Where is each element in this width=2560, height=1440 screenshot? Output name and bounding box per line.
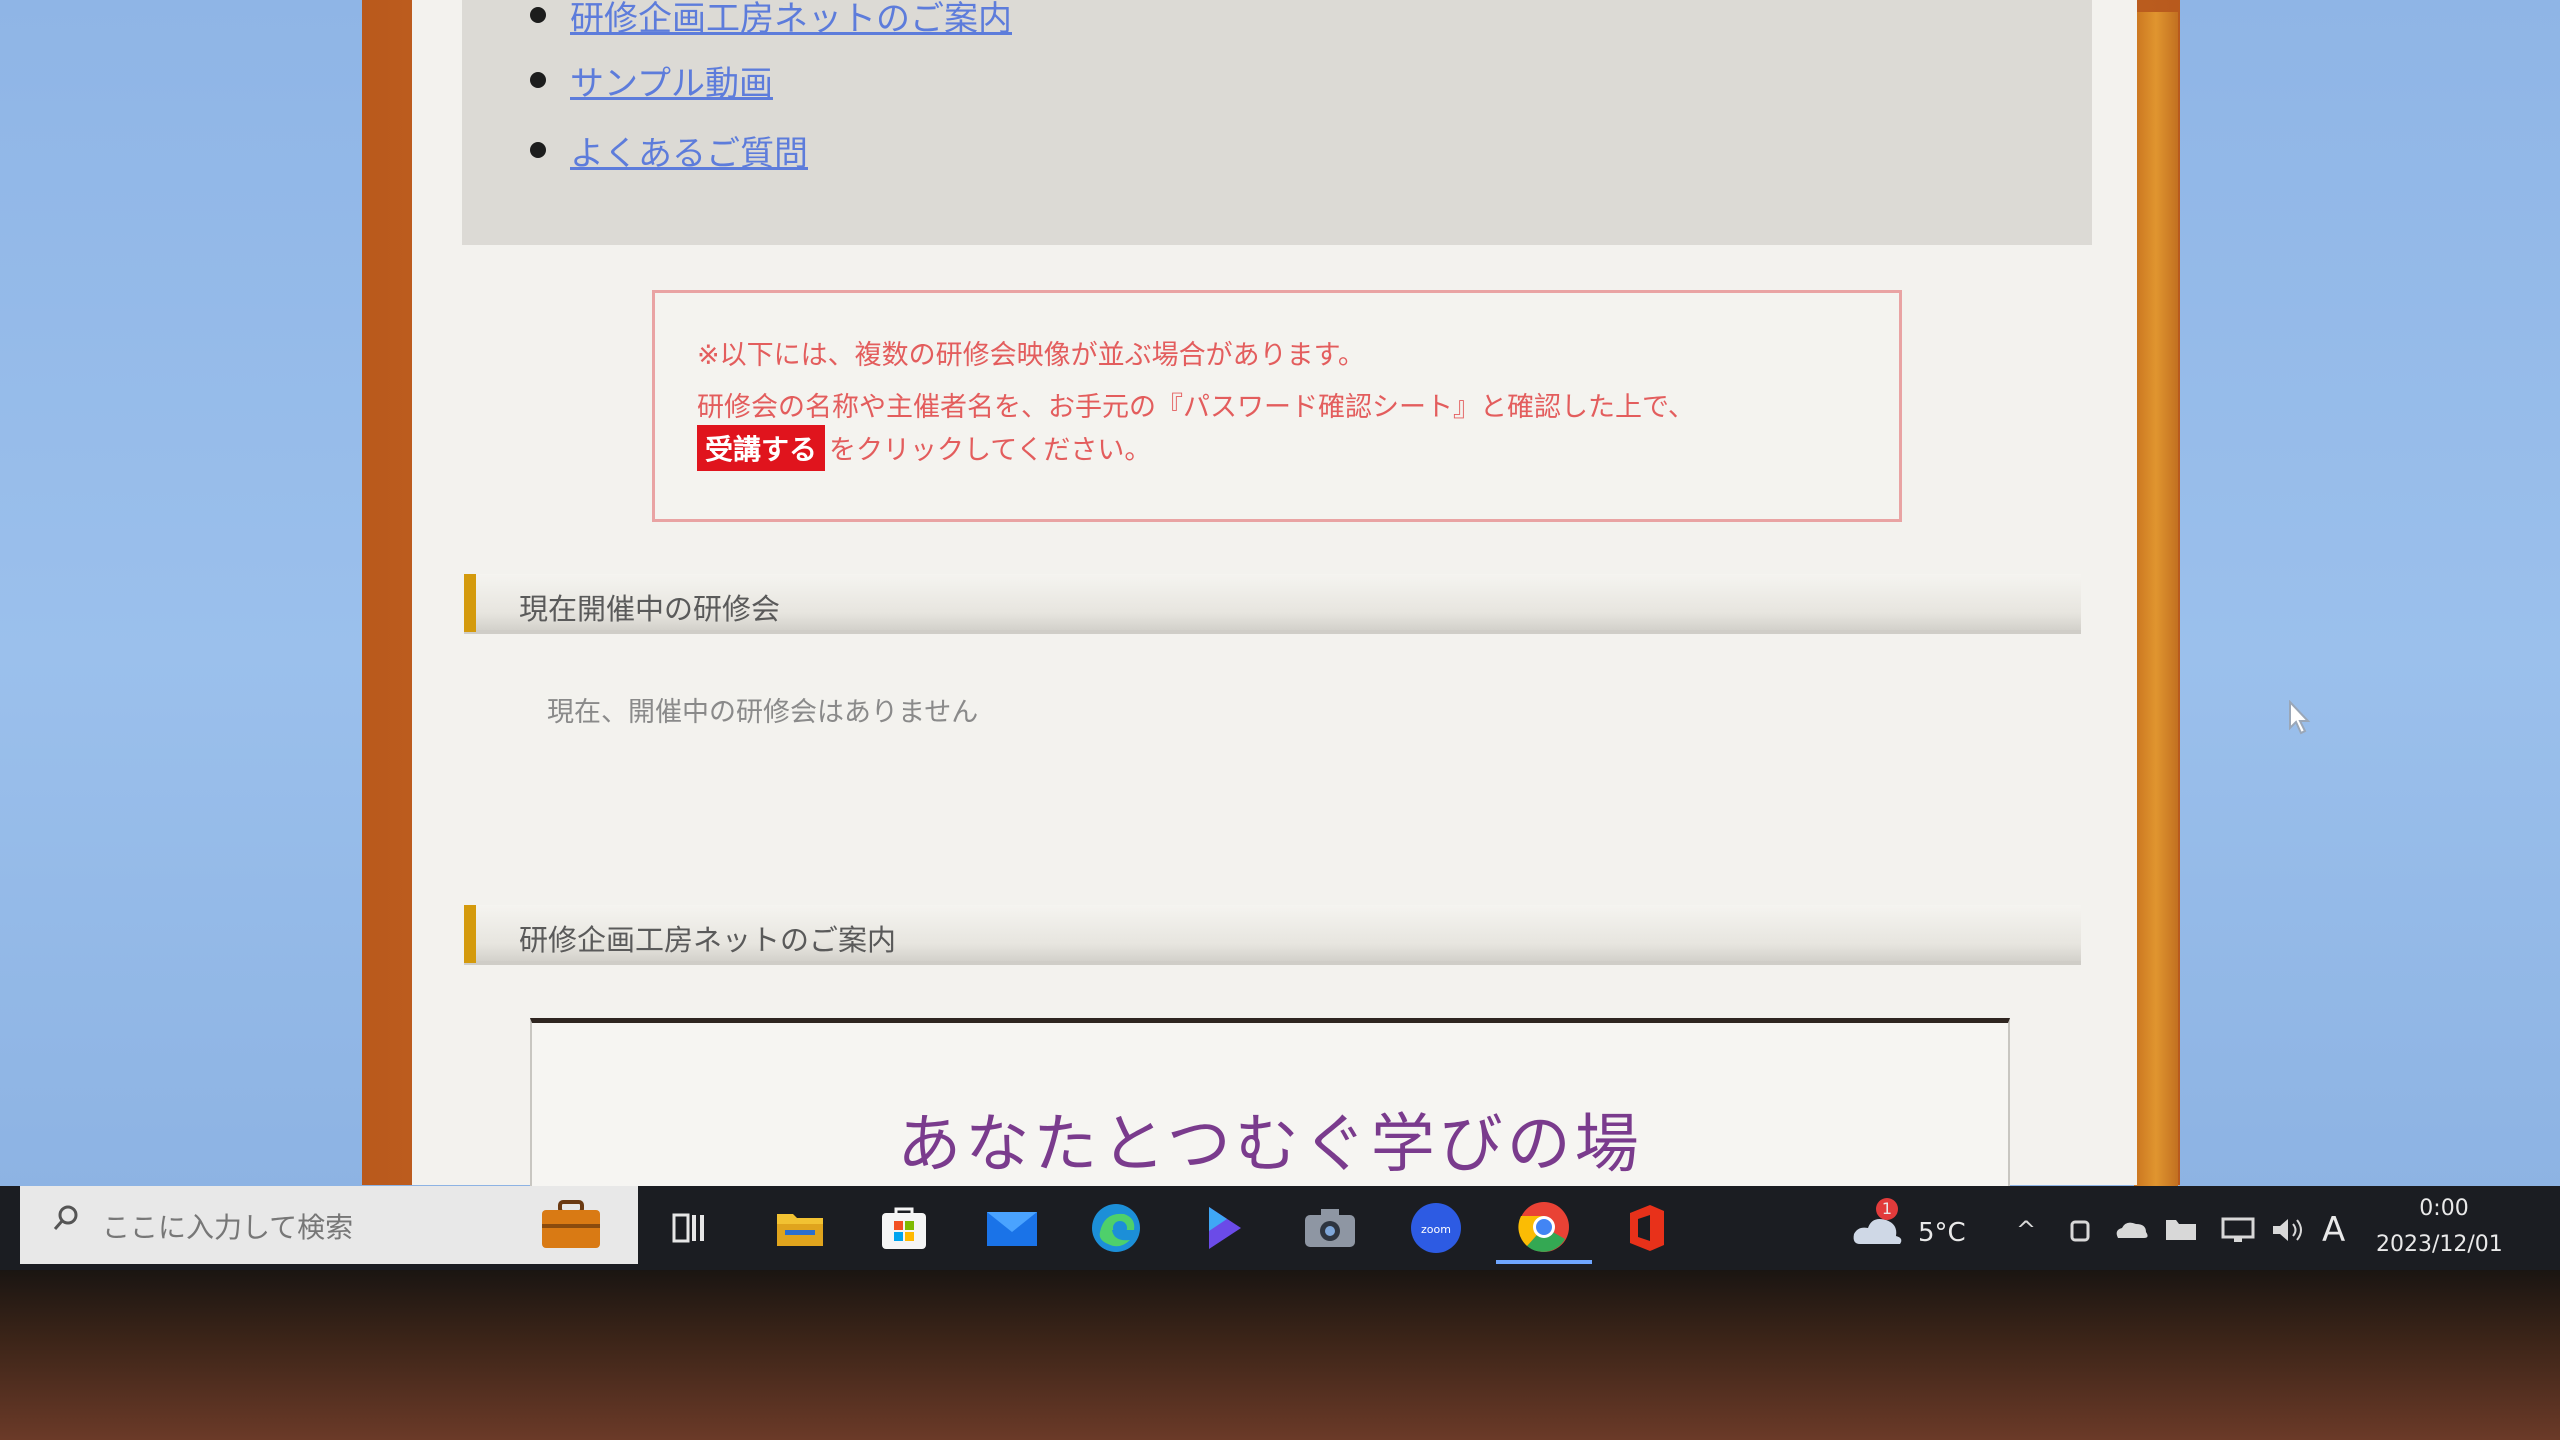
volume-icon[interactable] [2270, 1216, 2306, 1244]
notice-box: ※以下には、複数の研修会映像が並ぶ場合があります。 研修会の名称や主催者名を、お… [652, 290, 1902, 522]
promo-banner: あなたとつむぐ学びの場 [530, 1018, 2010, 1188]
notice-line-2: 研修会の名称や主催者名を、お手元の『パスワード確認シート』と確認した上で、 [697, 392, 1695, 423]
no-seminars-message: 現在、開催中の研修会はありません [547, 697, 979, 728]
section-title-current: 現在開催中の研修会 [519, 592, 781, 626]
weather-temperature[interactable]: 5°C [1918, 1218, 1966, 1248]
link-item-sample-video[interactable]: サンプル動画 [530, 55, 773, 105]
clock-date[interactable]: 2023/12/01 [2376, 1232, 2503, 1257]
section-header-about: 研修企画工房ネットのご案内 [464, 905, 2081, 965]
link-item-faq[interactable]: よくあるご質問 [530, 125, 808, 175]
search-placeholder: ここに入力して検索 [102, 1211, 354, 1244]
briefcase-icon[interactable] [540, 1200, 602, 1250]
chevron-up-icon[interactable]: ^ [2016, 1216, 2036, 1244]
page-frame-right [2134, 12, 2178, 1187]
office-icon[interactable] [1618, 1200, 1674, 1256]
weather-cloud-icon[interactable] [1850, 1212, 1906, 1248]
notice-line-3: 受講する をクリックしてください。 [697, 425, 1151, 471]
zoom-icon[interactable]: zoom [1408, 1200, 1464, 1256]
edge-icon[interactable] [1088, 1200, 1144, 1256]
ime-indicator[interactable]: A [2322, 1210, 2345, 1250]
taskbar: ここに入力して検索 zoom 1 5°C ^ A 0:00 2023/12/01 [0, 1186, 2560, 1270]
promo-headline: あなたとつむぐ学びの場 [897, 1108, 1643, 1182]
notice-line-3-text: をクリックしてください。 [829, 435, 1152, 466]
link-item-about[interactable]: 研修企画工房ネットのご案内 [530, 0, 1012, 40]
notice-line-1: ※以下には、複数の研修会映像が並ぶ場合があります。 [697, 340, 1365, 371]
section-title-about: 研修企画工房ネットのご案内 [519, 923, 897, 957]
link-sample-video[interactable]: サンプル動画 [570, 56, 773, 105]
microsoft-store-icon[interactable] [876, 1200, 932, 1256]
clock-time[interactable]: 0:00 [2414, 1196, 2474, 1221]
link-about[interactable]: 研修企画工房ネットのご案内 [570, 0, 1012, 40]
chrome-icon[interactable] [1496, 1194, 1592, 1264]
weather-badge: 1 [1876, 1198, 1898, 1220]
section-header-current: 現在開催中の研修会 [464, 574, 2081, 634]
bullet [530, 7, 546, 23]
mail-icon[interactable] [984, 1200, 1040, 1256]
onedrive-cloud-icon[interactable] [2114, 1220, 2150, 1240]
task-view-icon[interactable] [664, 1200, 720, 1256]
attend-button-sample: 受講する [697, 425, 826, 471]
folder-tray-icon[interactable] [2164, 1216, 2198, 1242]
mouse-cursor-icon [2289, 700, 2311, 735]
links-box: 研修企画工房ネットのご案内 サンプル動画 よくあるご質問 [462, 0, 2092, 245]
web-page-content: 研修企画工房ネットのご案内 サンプル動画 よくあるご質問 ※以下には、複数の研修… [412, 0, 2137, 1188]
taskbar-search[interactable]: ここに入力して検索 [20, 1186, 638, 1264]
bullet [530, 142, 546, 158]
network-icon[interactable] [2220, 1216, 2256, 1244]
meet-now-icon[interactable] [2068, 1216, 2092, 1244]
svg-text:zoom: zoom [1421, 1223, 1451, 1236]
media-player-icon[interactable] [1194, 1200, 1250, 1256]
search-icon [53, 1205, 78, 1230]
section-accent [464, 574, 476, 632]
camera-icon[interactable] [1302, 1200, 1358, 1256]
file-explorer-icon[interactable] [772, 1200, 828, 1256]
section-accent [464, 905, 476, 963]
link-faq[interactable]: よくあるご質問 [570, 126, 808, 175]
bullet [530, 72, 546, 88]
monitor-bezel [0, 1270, 2560, 1440]
